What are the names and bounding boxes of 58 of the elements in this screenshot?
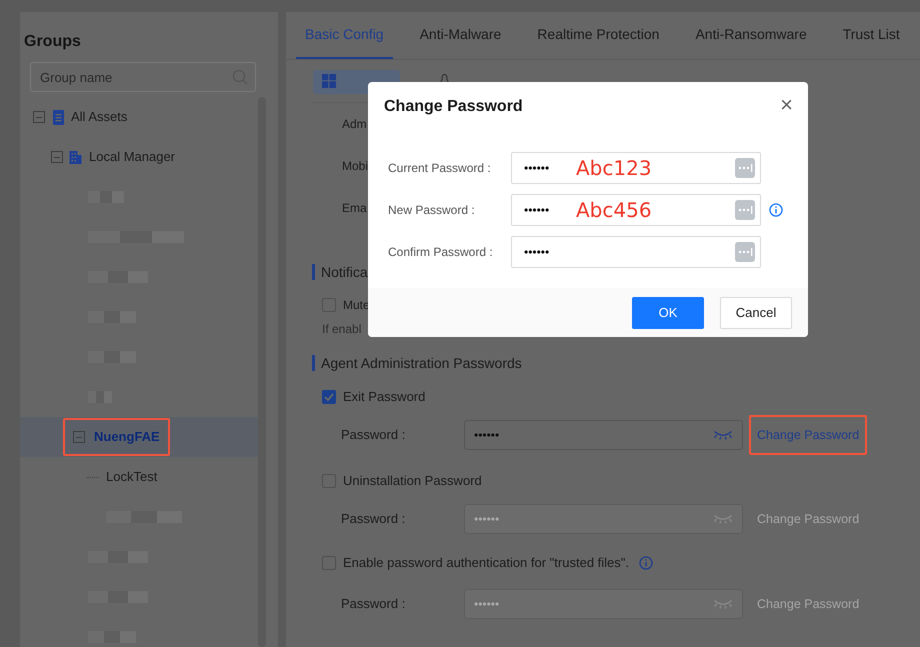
section-marker xyxy=(312,355,315,371)
tab[interactable]: Realtime Protection xyxy=(528,12,668,59)
field-label: Password : xyxy=(341,426,406,444)
checkbox-label: Mute xyxy=(343,297,370,314)
collapse-toggle[interactable] xyxy=(33,111,45,123)
password-field[interactable]: •••••• Abc123 xyxy=(511,152,761,184)
password-field[interactable]: •••••• xyxy=(464,420,743,450)
tab[interactable]: Anti-Malware xyxy=(410,12,510,59)
hint-text: If enabl xyxy=(322,321,362,338)
password-key-icon xyxy=(735,158,755,178)
field-label: Adm xyxy=(342,116,367,133)
password-field[interactable]: •••••• Abc456 xyxy=(511,194,761,226)
dialog-title: Change Password xyxy=(384,97,523,117)
cancel-button[interactable]: Cancel xyxy=(720,296,792,328)
collapse-toggle[interactable] xyxy=(73,431,85,443)
tree-item[interactable]: NuengFAE xyxy=(94,427,160,447)
password-field[interactable]: •••••• xyxy=(464,504,743,534)
collapse-toggle[interactable] xyxy=(51,151,63,163)
eye-closed-icon xyxy=(713,430,733,440)
section-title: Notifica xyxy=(321,262,368,282)
close-button[interactable]: × xyxy=(780,96,793,114)
checkbox[interactable] xyxy=(322,390,336,404)
eye-closed-icon xyxy=(713,600,733,608)
tab[interactable]: Basic Config xyxy=(296,12,393,59)
field-label: Password : xyxy=(341,510,406,528)
checkbox-label: Uninstallation Password xyxy=(343,472,482,490)
field-label: Mobi xyxy=(342,158,368,175)
password-key-icon xyxy=(735,242,755,262)
section-marker xyxy=(312,264,315,280)
password-field[interactable]: •••••• xyxy=(511,236,761,268)
tab[interactable]: Trust List xyxy=(834,12,909,59)
change-password-link[interactable]: Change Password xyxy=(757,510,860,528)
checkbox-label: Enable password authentication for "trusted files". xyxy=(343,554,629,572)
field-label: Password : xyxy=(341,595,406,614)
checkbox-label: Exit Password xyxy=(343,388,426,406)
password-key-icon xyxy=(735,200,755,220)
tree-item[interactable]: All Assets xyxy=(71,107,128,127)
panel-title: Groups xyxy=(23,32,82,52)
annotation-text: Abc123 xyxy=(576,155,652,182)
change-password-link[interactable]: Change Password xyxy=(757,426,860,444)
eye-closed-icon xyxy=(713,514,733,524)
field-label: New Password : xyxy=(388,202,476,219)
tab[interactable]: Anti-Ransomware xyxy=(686,12,816,59)
section-title: Agent Administration Passwords xyxy=(321,354,522,373)
document-icon xyxy=(53,110,64,124)
search-field[interactable]: Group name xyxy=(30,62,256,92)
field-label: Ema xyxy=(342,200,367,217)
tree-row[interactable]: NuengFAE xyxy=(20,417,258,457)
password-field[interactable]: •••••• xyxy=(464,589,743,619)
tree-item[interactable]: Local Manager xyxy=(89,147,175,167)
field-label: Confirm Password : xyxy=(388,244,494,261)
annotation-text: Abc456 xyxy=(576,197,652,224)
field-label: Current Password : xyxy=(388,160,492,177)
tree-item[interactable]: LockTest xyxy=(106,467,158,487)
windows-icon xyxy=(322,74,336,88)
change-password-link[interactable]: Change Password xyxy=(757,594,860,614)
building-icon xyxy=(69,150,82,164)
ok-button[interactable]: OK xyxy=(632,296,704,328)
